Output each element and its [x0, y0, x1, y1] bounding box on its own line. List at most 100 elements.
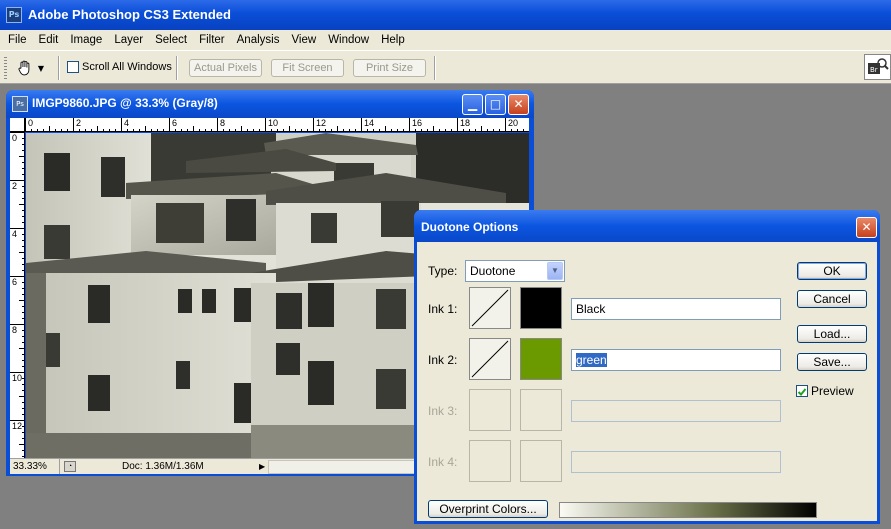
hand-tool-icon: [18, 60, 30, 76]
preview-checkbox[interactable]: [796, 385, 808, 397]
actual-pixels-button[interactable]: Actual Pixels: [189, 59, 262, 77]
tool-preset-picker[interactable]: ▼: [16, 57, 44, 79]
scroll-all-windows-checkbox[interactable]: [67, 61, 79, 73]
ink-3-color-swatch[interactable]: [520, 389, 562, 431]
dialog-title: Duotone Options: [421, 220, 519, 234]
scroll-all-windows-option[interactable]: Scroll All Windows: [67, 61, 172, 73]
ink-1-label: Ink 1:: [428, 302, 458, 316]
menu-select[interactable]: Select: [149, 34, 193, 46]
scroll-all-windows-label: Scroll All Windows: [82, 61, 172, 73]
close-icon: ✕: [513, 97, 524, 111]
photoshop-app-icon[interactable]: Ps: [6, 7, 22, 23]
type-select[interactable]: Duotone ▼: [465, 260, 565, 282]
chevron-down-icon: ▼: [547, 262, 563, 280]
menu-image[interactable]: Image: [64, 34, 108, 46]
ink-4-color-swatch[interactable]: [520, 440, 562, 482]
ink-1-name-field[interactable]: Black: [571, 298, 781, 320]
options-separator: [58, 56, 60, 80]
ruler-label: 0: [12, 133, 18, 143]
overprint-colors-button[interactable]: Overprint Colors...: [428, 500, 548, 518]
cancel-button[interactable]: Cancel: [797, 290, 867, 308]
document-title-bar[interactable]: Ps IMGP9860.JPG @ 33.3% (Gray/8) ▁ □ ✕: [6, 90, 534, 118]
preview-option[interactable]: Preview: [796, 384, 854, 398]
document-size-info: Doc: 1.36M/1.36M: [122, 461, 204, 472]
ink-4-curve-button[interactable]: [469, 440, 511, 482]
app-title: Adobe Photoshop CS3 Extended: [28, 7, 231, 22]
dialog-close-button[interactable]: ✕: [856, 217, 877, 238]
menu-window[interactable]: Window: [322, 34, 375, 46]
status-toggle-icon[interactable]: ◔: [64, 461, 76, 472]
ink-2-name: green: [576, 353, 607, 367]
options-separator: [434, 56, 436, 80]
menu-analysis[interactable]: Analysis: [231, 34, 286, 46]
ruler-label: 14: [364, 118, 375, 128]
ruler-label: 20: [508, 118, 519, 128]
ink-1-curve-button[interactable]: [469, 287, 511, 329]
preview-label: Preview: [811, 384, 854, 398]
duotone-options-dialog: Duotone Options ✕ Type: Duotone ▼ Ink 1:…: [414, 210, 880, 524]
document-icon[interactable]: Ps: [12, 96, 28, 112]
menu-edit[interactable]: Edit: [33, 34, 65, 46]
ink-2-name-field[interactable]: green: [571, 349, 781, 371]
ink-2-color-swatch[interactable]: [520, 338, 562, 380]
dialog-title-bar[interactable]: Duotone Options ✕: [414, 210, 880, 242]
horizontal-ruler[interactable]: 0 2 4 6 8 10 12 14 16 18 20: [25, 118, 529, 132]
menu-view[interactable]: View: [285, 34, 322, 46]
ok-button[interactable]: OK: [797, 262, 867, 280]
menu-layer[interactable]: Layer: [108, 34, 149, 46]
ruler-label: 2: [76, 118, 82, 128]
ruler-label: 16: [412, 118, 423, 128]
curve-icon: [471, 289, 509, 327]
ruler-label: 12: [316, 118, 327, 128]
load-button[interactable]: Load...: [797, 325, 867, 343]
print-size-button[interactable]: Print Size: [353, 59, 426, 77]
ruler-label: 4: [12, 229, 18, 239]
menu-filter[interactable]: Filter: [193, 34, 231, 46]
ruler-label: 10: [268, 118, 279, 128]
vertical-ruler[interactable]: 0 2 4 6 8 10 12: [10, 132, 25, 458]
ink-1-color-swatch[interactable]: [520, 287, 562, 329]
minimize-icon: ▁: [467, 97, 478, 111]
ink-3-name-field[interactable]: [571, 400, 781, 422]
ruler-label: 8: [220, 118, 226, 128]
ink-2-label: Ink 2:: [428, 353, 458, 367]
ruler-label: 2: [12, 181, 18, 191]
ruler-label: 12: [12, 421, 23, 431]
duotone-gradient-preview: [559, 502, 817, 518]
ink-4-name-field[interactable]: [571, 451, 781, 473]
ink-4-label: Ink 4:: [428, 455, 458, 469]
file-browser-button[interactable]: Br: [864, 54, 891, 80]
type-select-value: Duotone: [470, 264, 516, 278]
ink-3-curve-button[interactable]: [469, 389, 511, 431]
options-bar-grip[interactable]: [4, 57, 7, 79]
ruler-label: 10: [12, 373, 23, 383]
ruler-label: 6: [172, 118, 178, 128]
status-menu-arrow-icon[interactable]: ▶: [259, 462, 265, 471]
options-bar: ▼ Scroll All Windows Actual Pixels Fit S…: [0, 50, 891, 84]
zoom-field[interactable]: 33.33%: [10, 459, 60, 474]
fit-screen-button[interactable]: Fit Screen: [271, 59, 344, 77]
bridge-icon: Br: [868, 58, 889, 74]
check-icon: [797, 388, 807, 396]
minimize-button[interactable]: ▁: [462, 94, 483, 115]
menu-help[interactable]: Help: [375, 34, 411, 46]
ink-2-curve-button[interactable]: [469, 338, 511, 380]
maximize-icon: □: [489, 97, 502, 111]
ruler-label: 6: [12, 277, 18, 287]
document-close-button[interactable]: ✕: [508, 94, 529, 115]
ruler-origin[interactable]: [10, 118, 25, 132]
document-title: IMGP9860.JPG @ 33.3% (Gray/8): [32, 96, 218, 110]
ruler-label: 8: [12, 325, 18, 335]
menu-file[interactable]: File: [2, 34, 33, 46]
save-button[interactable]: Save...: [797, 353, 867, 371]
type-label: Type:: [428, 264, 458, 278]
maximize-button[interactable]: □: [485, 94, 506, 115]
ruler-label: 0: [28, 118, 34, 128]
dialog-body: Type: Duotone ▼ Ink 1: Black Ink 2: gree…: [417, 242, 877, 521]
ruler-label: 4: [124, 118, 130, 128]
options-separator: [176, 56, 178, 80]
svg-text:Br: Br: [870, 66, 878, 74]
app-title-bar[interactable]: Ps Adobe Photoshop CS3 Extended: [0, 0, 891, 30]
ink-1-name: Black: [576, 302, 606, 316]
ink-3-label: Ink 3:: [428, 404, 458, 418]
